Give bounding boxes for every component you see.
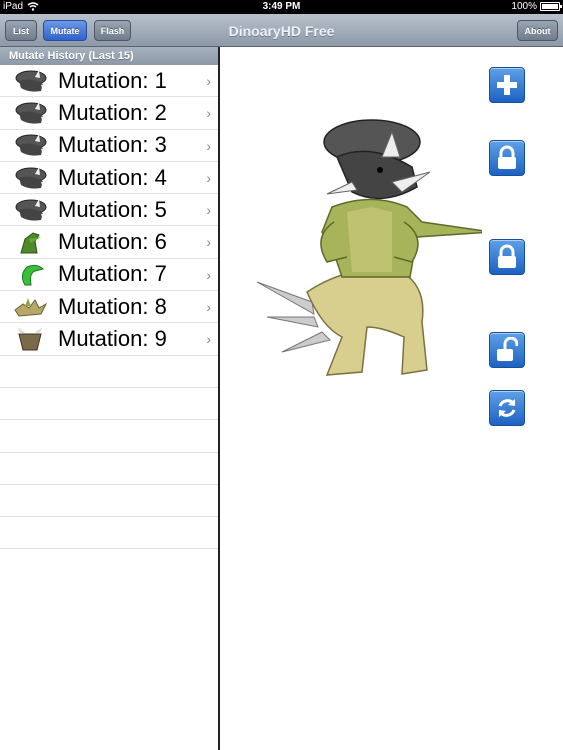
- mutation-label: Mutation: 5: [58, 196, 167, 222]
- stegosaurus-icon: [10, 293, 50, 321]
- mutation-label: Mutation: 3: [58, 132, 167, 158]
- lock-icon: [498, 145, 516, 169]
- mutation-label: Mutation: 2: [58, 99, 167, 125]
- about-button[interactable]: About: [517, 20, 558, 41]
- mutation-history-list: Mutate History (Last 15) Mutation: 1 › Mut…: [0, 47, 220, 750]
- dinosaur-image: [256, 119, 482, 376]
- mutation-label: Mutation: 1: [58, 67, 167, 93]
- list-item[interactable]: Mutation: 6 ›: [0, 226, 218, 259]
- triceratops-head-icon: [10, 196, 50, 224]
- empty-row: [0, 517, 218, 550]
- chevron-right-icon: ›: [206, 137, 211, 154]
- chevron-right-icon: ›: [206, 234, 211, 251]
- refresh-icon: [498, 399, 516, 417]
- clock: 3:49 PM: [262, 1, 301, 12]
- chevron-right-icon: ›: [206, 331, 211, 348]
- add-icon: [497, 75, 517, 95]
- lock-legs-button[interactable]: [489, 332, 525, 368]
- empty-row: [0, 420, 218, 453]
- list-item[interactable]: Mutation: 8 ›: [0, 291, 218, 324]
- status-bar: iPad 3:49 PM 100%: [0, 0, 563, 14]
- list-item[interactable]: Mutation: 9 ›: [0, 323, 218, 356]
- green-snake-icon: [10, 260, 50, 288]
- mutation-canvas: [222, 47, 563, 750]
- lock-icon: [498, 244, 516, 268]
- status-right: 100%: [511, 1, 562, 12]
- list-item[interactable]: Mutation: 7 ›: [0, 259, 218, 292]
- list-item[interactable]: Mutation: 2 ›: [0, 97, 218, 130]
- triceratops-head-icon: [10, 131, 50, 159]
- lock-head-button[interactable]: [489, 140, 525, 176]
- mutation-label: Mutation: 8: [58, 293, 167, 319]
- chevron-right-icon: ›: [206, 299, 211, 316]
- content-area: Mutate History (Last 15) Mutation: 1 › Mut…: [0, 47, 563, 750]
- ceratopsian-icon: [10, 325, 50, 353]
- list-item[interactable]: Mutation: 5 ›: [0, 194, 218, 227]
- green-dino-icon: [10, 228, 50, 256]
- list-item[interactable]: Mutation: 1 ›: [0, 65, 218, 98]
- mutation-label: Mutation: 7: [58, 261, 167, 287]
- triceratops-head-icon: [10, 67, 50, 95]
- lock-body-button[interactable]: [489, 239, 525, 275]
- list-item[interactable]: Mutation: 4 ›: [0, 162, 218, 195]
- chevron-right-icon: ›: [206, 73, 211, 89]
- empty-row: [0, 485, 218, 518]
- empty-row: [0, 356, 218, 388]
- navigation-bar: List Mutate Flash DinoaryHD Free About: [0, 14, 563, 47]
- app-title: DinoaryHD Free: [228, 23, 335, 39]
- add-mutation-button[interactable]: [489, 67, 525, 103]
- list-item[interactable]: Mutation: 3 ›: [0, 130, 218, 162]
- triceratops-head-icon: [10, 164, 50, 192]
- chevron-right-icon: ›: [206, 105, 211, 122]
- empty-row: [0, 388, 218, 421]
- triceratops-head-icon: [10, 99, 50, 127]
- unlock-icon: [497, 337, 518, 361]
- battery-percent: 100%: [511, 1, 537, 12]
- mutation-label: Mutation: 4: [58, 164, 167, 190]
- mutation-label: Mutation: 6: [58, 229, 167, 255]
- chevron-right-icon: ›: [206, 266, 211, 283]
- chevron-right-icon: ›: [206, 202, 211, 219]
- mutation-label: Mutation: 9: [58, 326, 167, 352]
- battery-icon: [540, 2, 562, 11]
- history-section-header: Mutate History (Last 15): [0, 47, 218, 65]
- refresh-button[interactable]: [489, 390, 525, 426]
- chevron-right-icon: ›: [206, 169, 211, 186]
- empty-row: [0, 453, 218, 485]
